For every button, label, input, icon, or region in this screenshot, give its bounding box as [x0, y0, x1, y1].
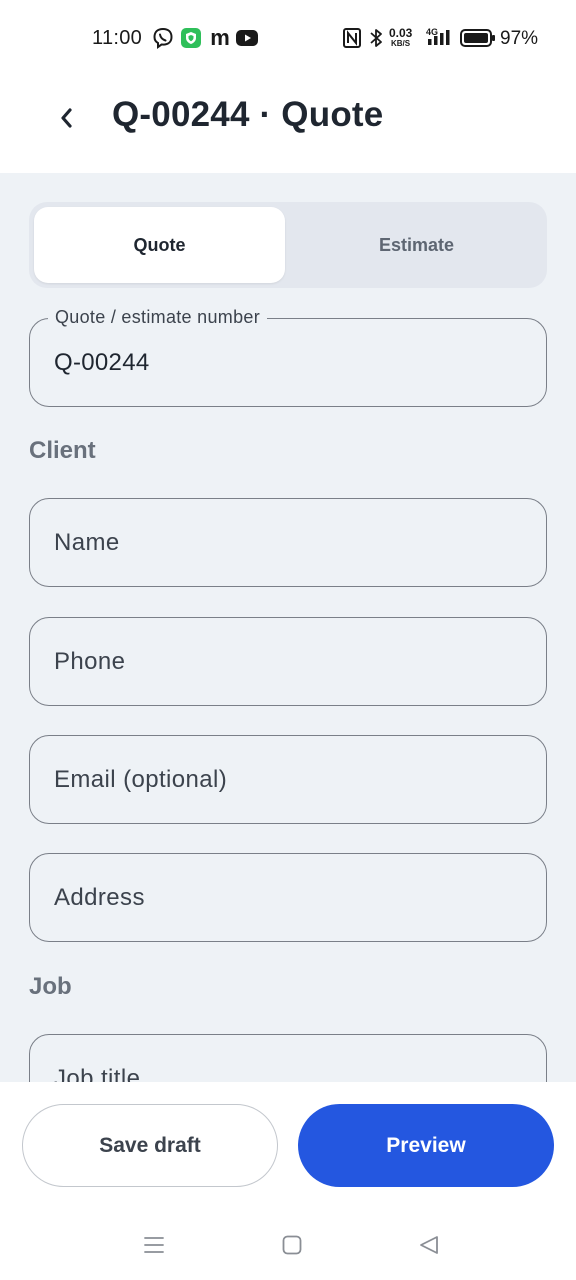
chevron-left-icon: [58, 106, 74, 135]
client-phone-placeholder: Phone: [54, 648, 126, 675]
back-button[interactable]: [44, 98, 88, 142]
client-address-placeholder: Address: [54, 884, 145, 911]
status-bar: 11:00 m 0.03 KB/S 4G 97%: [0, 0, 576, 76]
save-draft-button[interactable]: Save draft: [22, 1104, 278, 1187]
client-name-field[interactable]: Name: [29, 498, 547, 587]
client-section-label: Client: [29, 437, 96, 464]
status-time: 11:00: [92, 27, 143, 49]
job-title-field[interactable]: Job title: [29, 1034, 547, 1082]
client-address-field[interactable]: Address: [29, 853, 547, 942]
client-email-placeholder: Email (optional): [54, 766, 228, 793]
nfc-icon: [343, 27, 361, 49]
page-title: Q-00244 · Quote: [112, 95, 384, 134]
app-header: Q-00244 · Quote: [0, 76, 576, 173]
signal-icon: [428, 27, 452, 49]
net-speed-unit: KB/S: [391, 39, 411, 48]
form-content[interactable]: Quote Estimate Quote / estimate number Q…: [0, 173, 576, 1082]
quote-number-label: Quote / estimate number: [48, 307, 267, 328]
quote-number-field[interactable]: Quote / estimate number Q-00244: [29, 307, 547, 407]
client-email-field[interactable]: Email (optional): [29, 735, 547, 824]
net-speed-value: 0.03: [389, 26, 413, 40]
m-app-icon: m: [210, 25, 230, 50]
tab-quote[interactable]: Quote: [34, 207, 285, 283]
back-triangle-icon[interactable]: [416, 1232, 442, 1258]
quote-type-toggle: Quote Estimate: [29, 202, 547, 288]
bottom-action-bar: Save draft Preview: [0, 1082, 576, 1212]
tab-estimate[interactable]: Estimate: [291, 207, 542, 283]
battery-percent: 97%: [500, 28, 539, 49]
battery-icon: [460, 27, 496, 49]
viber-icon: [152, 27, 174, 49]
client-name-placeholder: Name: [54, 529, 120, 556]
job-section-label: Job: [29, 973, 72, 1000]
preview-button[interactable]: Preview: [298, 1104, 554, 1187]
quote-number-value: Q-00244: [54, 349, 150, 376]
job-title-placeholder: Job title: [54, 1065, 141, 1082]
youtube-icon: [236, 27, 258, 49]
home-square-icon[interactable]: [279, 1232, 305, 1258]
shield-app-icon: [180, 27, 202, 49]
bluetooth-icon: [369, 27, 383, 49]
system-nav-bar: [0, 1212, 576, 1280]
client-phone-field[interactable]: Phone: [29, 617, 547, 706]
menu-icon[interactable]: [141, 1232, 167, 1258]
